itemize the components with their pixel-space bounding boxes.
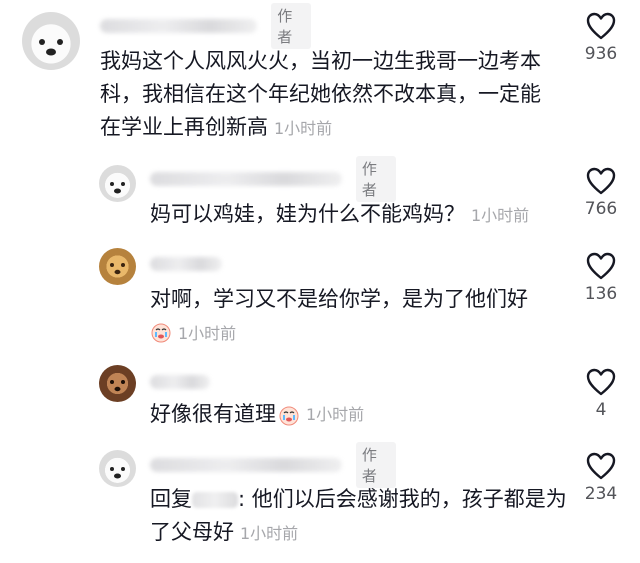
like-button[interactable]: 136 <box>571 252 631 304</box>
comment-header: 作者 <box>100 3 312 49</box>
reply-text[interactable]: 好像很有道理 1小时前 <box>150 398 570 431</box>
heart-icon[interactable] <box>586 452 616 480</box>
like-button[interactable]: 936 <box>571 12 631 64</box>
avatar[interactable] <box>99 165 136 202</box>
comment-time: 1小时前 <box>306 405 365 424</box>
author-badge: 作者 <box>355 156 397 202</box>
like-count: 234 <box>584 484 618 504</box>
like-button[interactable]: 4 <box>571 368 631 420</box>
reply-text[interactable]: 妈可以鸡娃，娃为什么不能鸡妈？ 1小时前 <box>150 198 570 232</box>
heart-icon[interactable] <box>586 368 616 396</box>
comment-time: 1小时前 <box>240 524 299 543</box>
crying-face-emoji-icon <box>279 406 299 425</box>
reply-text[interactable]: 回复: 他们以后会感谢我的，孩子都是为了父母好 1小时前 <box>150 483 570 550</box>
reply-text[interactable]: 对啊，学习又不是给你学，是为了他们好 <box>150 283 570 316</box>
dog-avatar-icon <box>110 263 125 275</box>
username[interactable] <box>150 172 342 186</box>
reply-header <box>150 250 222 278</box>
mentioned-username[interactable] <box>192 492 238 508</box>
avatar[interactable] <box>22 12 80 70</box>
dog-avatar-icon <box>110 467 125 479</box>
comment-time: 1小时前 <box>274 119 333 138</box>
like-count: 4 <box>595 400 607 420</box>
username[interactable] <box>150 458 342 472</box>
like-count: 136 <box>584 284 618 304</box>
heart-icon[interactable] <box>586 12 616 40</box>
reply-meta: 1小时前 <box>150 318 236 346</box>
comment-time: 1小时前 <box>471 206 530 225</box>
like-count: 766 <box>584 199 618 219</box>
username[interactable] <box>150 257 222 271</box>
dog-avatar-icon <box>39 39 63 56</box>
reply-header: 作者 <box>150 156 397 202</box>
heart-icon[interactable] <box>586 252 616 280</box>
author-badge: 作者 <box>271 3 312 49</box>
heart-icon[interactable] <box>586 167 616 195</box>
avatar[interactable] <box>99 248 136 285</box>
avatar[interactable] <box>99 365 136 402</box>
crying-face-emoji-icon <box>151 323 171 343</box>
reply-header: 作者 <box>150 442 397 488</box>
like-count: 936 <box>584 44 618 64</box>
comment-text[interactable]: 我妈这个人风风火火，当初一边生我哥一边考本科，我相信在这个年纪她依然不改本真，一… <box>100 45 555 145</box>
author-badge: 作者 <box>355 442 397 488</box>
comment-time: 1小时前 <box>178 324 237 343</box>
username[interactable] <box>150 375 210 389</box>
like-button[interactable]: 234 <box>571 452 631 504</box>
dog-avatar-icon <box>110 182 125 194</box>
avatar[interactable] <box>99 450 136 487</box>
like-button[interactable]: 766 <box>571 167 631 219</box>
dog-avatar-icon <box>110 380 125 392</box>
username[interactable] <box>100 19 258 33</box>
reply-header <box>150 368 210 396</box>
